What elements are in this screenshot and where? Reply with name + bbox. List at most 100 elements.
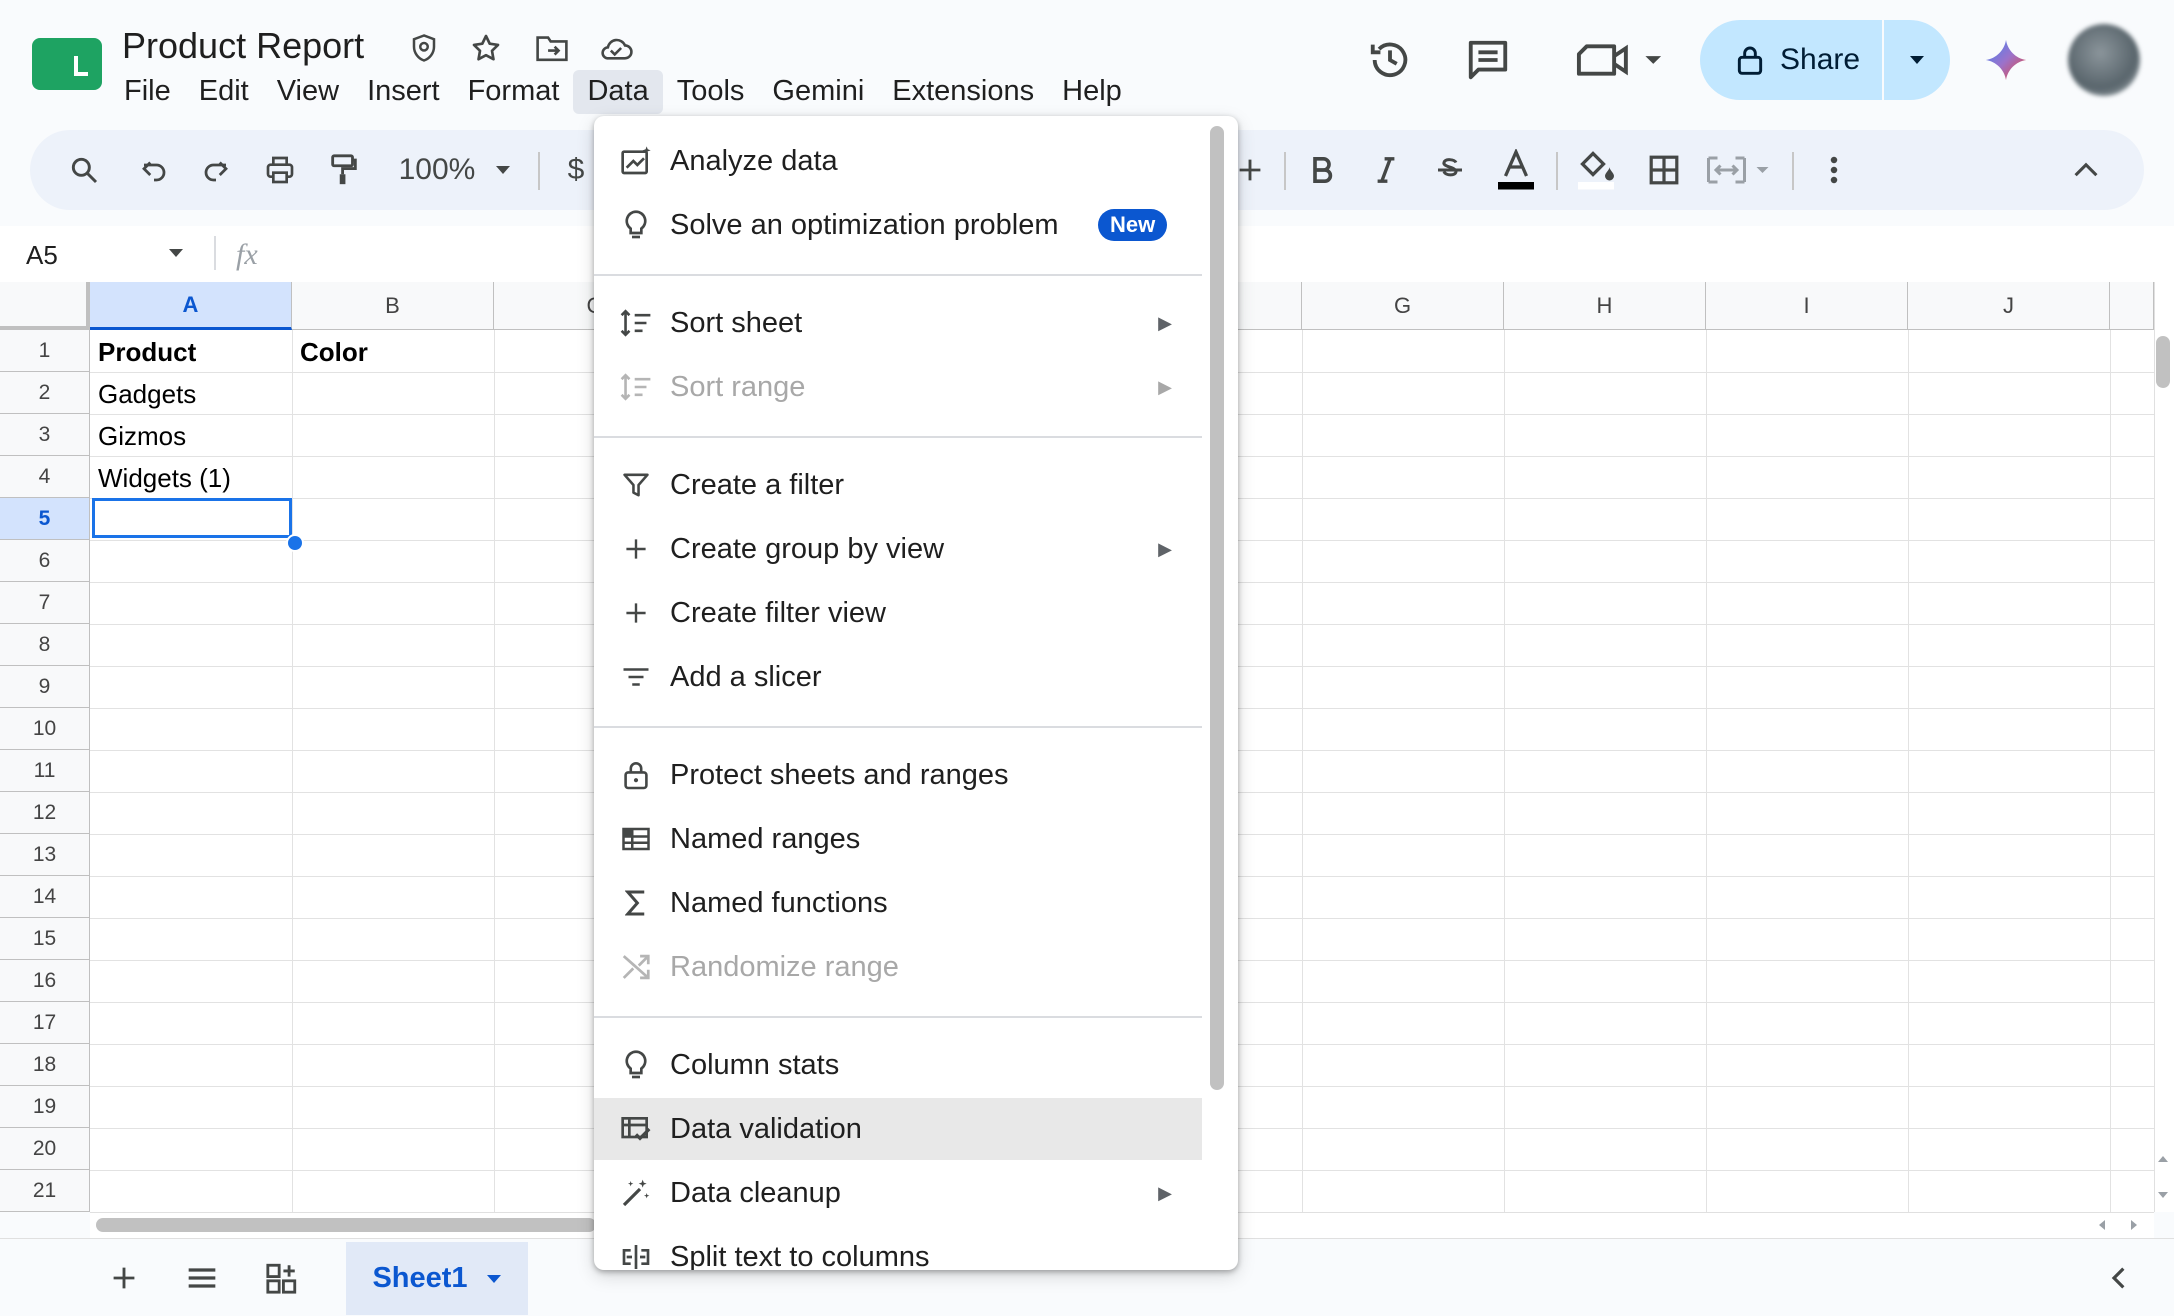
fill-color-icon[interactable] bbox=[1566, 140, 1626, 200]
cell-a1[interactable]: Product bbox=[90, 332, 196, 372]
menu-scrollbar[interactable] bbox=[1210, 126, 1224, 1090]
merge-cells-icon[interactable] bbox=[1700, 140, 1780, 200]
row-header-17[interactable]: 17 bbox=[0, 1002, 90, 1044]
menu-format[interactable]: Format bbox=[454, 70, 574, 114]
row-header-4[interactable]: 4 bbox=[0, 456, 90, 498]
column-header-h[interactable]: H bbox=[1504, 282, 1706, 330]
row-header-12[interactable]: 12 bbox=[0, 792, 90, 834]
row-header-11[interactable]: 11 bbox=[0, 750, 90, 792]
vertical-scrollbar[interactable] bbox=[2154, 282, 2174, 1212]
row-header-19[interactable]: 19 bbox=[0, 1086, 90, 1128]
selected-cell-a5[interactable] bbox=[92, 498, 292, 538]
bold-icon[interactable] bbox=[1292, 140, 1352, 200]
share-options-button[interactable] bbox=[1884, 20, 1950, 100]
collapse-toolbar-icon[interactable] bbox=[2056, 140, 2116, 200]
menu-view[interactable]: View bbox=[263, 70, 353, 114]
row-header-5[interactable]: 5 bbox=[0, 498, 90, 540]
row-header-21[interactable]: 21 bbox=[0, 1170, 90, 1212]
undo-icon[interactable] bbox=[124, 140, 184, 200]
redo-icon[interactable] bbox=[186, 140, 246, 200]
sheet-tab-sheet1[interactable]: Sheet1 bbox=[346, 1242, 528, 1315]
name-box[interactable]: A5 bbox=[26, 240, 58, 271]
italic-icon[interactable] bbox=[1356, 140, 1416, 200]
menu-item-sort-sheet[interactable]: Sort sheet ▶ bbox=[594, 292, 1202, 354]
column-header-b[interactable]: B bbox=[292, 282, 494, 330]
zoom-value[interactable]: 100% bbox=[392, 140, 482, 200]
column-header-g[interactable]: G bbox=[1302, 282, 1504, 330]
cell-a2[interactable]: Gadgets bbox=[90, 374, 196, 414]
menu-item-create-filter-view[interactable]: Create filter view bbox=[594, 582, 1202, 644]
menu-item-column-stats[interactable]: Column stats bbox=[594, 1034, 1202, 1096]
document-title[interactable]: Product Report bbox=[122, 24, 364, 68]
select-all-corner[interactable] bbox=[0, 282, 90, 330]
column-header-a[interactable]: A bbox=[90, 282, 292, 330]
row-header-1[interactable]: 1 bbox=[0, 330, 90, 372]
menu-file[interactable]: File bbox=[110, 70, 185, 114]
menu-edit[interactable]: Edit bbox=[185, 70, 263, 114]
scroll-left-icon[interactable] bbox=[2096, 1218, 2108, 1232]
row-header-9[interactable]: 9 bbox=[0, 666, 90, 708]
star-icon[interactable] bbox=[466, 28, 506, 68]
add-sheet-icon[interactable] bbox=[96, 1250, 152, 1306]
column-header-k[interactable] bbox=[2110, 282, 2154, 330]
menu-item-create-filter[interactable]: Create a filter bbox=[594, 454, 1202, 516]
sheets-logo[interactable] bbox=[32, 38, 102, 90]
all-sheets-icon[interactable] bbox=[174, 1250, 230, 1306]
menu-item-analyze-data[interactable]: Analyze data bbox=[594, 130, 1202, 192]
side-panel-toggle-icon[interactable] bbox=[2090, 1250, 2146, 1306]
explore-icon[interactable] bbox=[254, 1250, 310, 1306]
menu-item-data-validation[interactable]: Data validation bbox=[594, 1098, 1202, 1160]
comments-icon[interactable] bbox=[1458, 30, 1518, 90]
row-header-18[interactable]: 18 bbox=[0, 1044, 90, 1086]
version-history-icon[interactable] bbox=[1360, 30, 1420, 90]
vertical-scroll-thumb[interactable] bbox=[2156, 336, 2170, 388]
borders-icon[interactable] bbox=[1634, 140, 1694, 200]
row-header-14[interactable]: 14 bbox=[0, 876, 90, 918]
menu-item-named-functions[interactable]: Named functions bbox=[594, 872, 1202, 934]
print-icon[interactable] bbox=[250, 140, 310, 200]
menu-extensions[interactable]: Extensions bbox=[878, 70, 1048, 114]
menu-item-add-slicer[interactable]: Add a slicer bbox=[594, 646, 1202, 708]
name-box-caret-icon[interactable] bbox=[168, 248, 184, 258]
horizontal-scroll-thumb[interactable] bbox=[96, 1218, 596, 1232]
paint-format-icon[interactable] bbox=[314, 140, 374, 200]
fill-handle[interactable] bbox=[286, 534, 304, 552]
menu-gemini[interactable]: Gemini bbox=[758, 70, 878, 114]
menu-item-solve-optimization[interactable]: Solve an optimization problem New bbox=[594, 194, 1202, 256]
cell-b1[interactable]: Color bbox=[292, 332, 368, 372]
search-icon[interactable] bbox=[54, 140, 114, 200]
row-header-2[interactable]: 2 bbox=[0, 372, 90, 414]
row-header-8[interactable]: 8 bbox=[0, 624, 90, 666]
account-avatar[interactable] bbox=[2068, 24, 2140, 96]
menu-item-protect-sheets[interactable]: Protect sheets and ranges bbox=[594, 744, 1202, 806]
menu-insert[interactable]: Insert bbox=[353, 70, 454, 114]
row-header-16[interactable]: 16 bbox=[0, 960, 90, 1002]
scroll-up-icon[interactable] bbox=[2156, 1154, 2170, 1164]
currency-format-button[interactable]: $ bbox=[556, 140, 596, 200]
sheet-tab-caret-icon[interactable] bbox=[486, 1274, 502, 1284]
text-color-icon[interactable] bbox=[1486, 140, 1546, 200]
zoom-caret-icon[interactable] bbox=[488, 140, 518, 200]
row-header-6[interactable]: 6 bbox=[0, 540, 90, 582]
share-button[interactable]: Share bbox=[1700, 20, 1950, 100]
menu-item-data-cleanup[interactable]: Data cleanup ▶ bbox=[594, 1162, 1202, 1224]
meet-video-icon[interactable] bbox=[1570, 30, 1670, 90]
menu-item-named-ranges[interactable]: Named ranges bbox=[594, 808, 1202, 870]
menu-data[interactable]: Data bbox=[573, 70, 663, 114]
security-shield-icon[interactable] bbox=[404, 28, 444, 68]
cell-a4[interactable]: Widgets (1) bbox=[90, 458, 231, 498]
strikethrough-icon[interactable] bbox=[1420, 140, 1480, 200]
row-header-13[interactable]: 13 bbox=[0, 834, 90, 876]
scroll-down-icon[interactable] bbox=[2156, 1190, 2170, 1200]
cloud-saved-icon[interactable] bbox=[596, 28, 636, 68]
row-header-3[interactable]: 3 bbox=[0, 414, 90, 456]
menu-help[interactable]: Help bbox=[1048, 70, 1136, 114]
column-header-i[interactable]: I bbox=[1706, 282, 1908, 330]
scroll-right-icon[interactable] bbox=[2128, 1218, 2140, 1232]
row-header-10[interactable]: 10 bbox=[0, 708, 90, 750]
cell-a3[interactable]: Gizmos bbox=[90, 416, 186, 456]
menu-item-create-group-by-view[interactable]: Create group by view ▶ bbox=[594, 518, 1202, 580]
column-header-j[interactable]: J bbox=[1908, 282, 2110, 330]
menu-tools[interactable]: Tools bbox=[663, 70, 759, 114]
row-header-15[interactable]: 15 bbox=[0, 918, 90, 960]
